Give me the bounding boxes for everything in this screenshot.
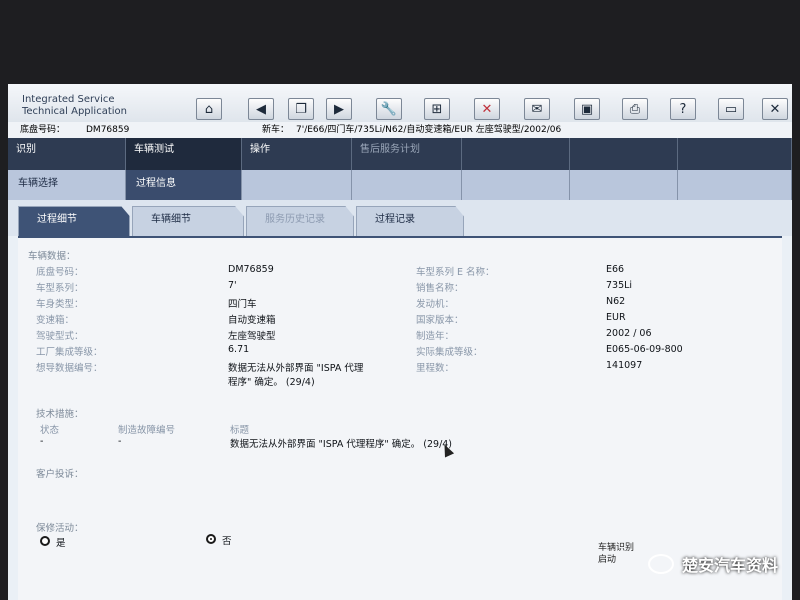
mail-icon[interactable]: ✉ [524,98,550,120]
subnav-empty-2 [352,170,462,200]
vehicle-info-bar: 底盘号码： DM76859 新车： 7'/E66/四门车/735Li/N62/自… [8,122,792,139]
field-label: 车型系列 E 名称： [416,267,495,278]
vehicle-data-title: 车辆数据： [28,251,76,262]
radio-yes[interactable] [40,536,50,546]
chassis-value: DM76859 [86,125,130,135]
field-value: N62 [606,296,626,307]
field-value: 735Li [606,280,633,291]
new-car-value: 7'/E66/四门车/735Li/N62/自动变速箱/EUR 左座驾驶型/200… [296,125,562,135]
chassis-label: 底盘号码： [20,125,66,135]
column-header-fault-number: 制造故障编号 [118,425,176,436]
nav-operation[interactable]: 操作 [242,138,352,170]
disconnect-icon[interactable]: ✕ [474,98,500,120]
field-value: 程序" 确定。 (29/4) [228,377,315,388]
wechat-icon [647,554,674,574]
nav-empty-1 [462,138,570,170]
status-cell: - [40,436,44,447]
new-car-label: 新车： [262,125,290,135]
help-icon[interactable]: ? [670,98,696,120]
tab-vehicle-details[interactable]: 车辆细节 [132,206,244,236]
tab-service-history[interactable]: 服务历史记录 [246,206,354,236]
title-bar: Integrated Service Technical Application… [8,84,792,123]
wrench-icon[interactable]: 🔧 [376,98,402,120]
field-label: 里程数： [416,363,455,374]
field-label: 国家版本： [416,315,464,326]
subnav-empty-1 [242,170,352,200]
field-label: 底盘号码： [36,267,84,278]
radio-yes-label: 是 [56,538,66,549]
field-value: DM76859 [228,264,274,275]
field-label: 工厂集成等级： [36,347,103,358]
tab-process-details[interactable]: 过程细节 [18,206,130,236]
field-value: 自动变速箱 [228,315,276,326]
subnav-empty-4 [570,170,678,200]
process-details-panel: 车辆数据： 底盘号码： 车型系列： 车身类型： 变速箱： 驾驶型式： 工厂集成等… [18,236,782,600]
nav-vehicle-selection[interactable]: 车辆选择 [8,170,126,200]
nav-process-info[interactable]: 过程信息 [126,170,242,200]
technical-measures-message: 数据无法从外部界面 "ISPA 代理程序" 确定。 (29/4) [230,439,453,450]
subnav-empty-5 [678,170,792,200]
field-label: 发动机： [416,299,455,310]
device-icon[interactable]: ▣ [574,98,600,120]
field-label: 车身类型： [36,299,84,310]
technical-measures-title: 技术措施： [36,409,84,420]
nav-empty-2 [570,138,678,170]
field-value: 四门车 [228,299,257,310]
subnav-empty-3 [462,170,570,200]
sub-navigation: 车辆选择 过程信息 [8,170,792,201]
field-label: 想导数据编号： [36,363,103,374]
nav-service-plan[interactable]: 售后服务计划 [352,138,462,170]
field-label: 制造年： [416,331,455,342]
field-value: 左座驾驶型 [228,331,276,342]
field-value: 数据无法从外部界面 "ISPA 代理 [228,363,364,374]
field-label: 销售名称： [416,283,464,294]
customer-complaint-title: 客户投诉： [36,469,84,480]
field-value: 7' [228,280,237,291]
nav-identify[interactable]: 识别 [8,138,126,170]
nav-vehicle-test[interactable]: 车辆测试 [126,138,242,170]
tab-strip: 过程细节 车辆细节 服务历史记录 过程记录 [8,200,792,236]
field-value: 141097 [606,360,643,371]
field-value: EUR [606,312,626,323]
field-label: 变速箱： [36,315,75,326]
copy-icon[interactable]: ❐ [288,98,314,120]
service-campaign-title: 保修活动： [36,523,84,534]
field-label: 车型系列： [36,283,84,294]
print-icon[interactable]: ⎙ [622,98,648,120]
ista-screen: Integrated Service Technical Application… [8,84,792,600]
window-icon[interactable]: ▭ [718,98,744,120]
main-navigation: 识别 车辆测试 操作 售后服务计划 [8,138,792,170]
close-icon[interactable]: ✕ [762,98,788,120]
column-header-status: 状态 [40,425,60,436]
field-value: E66 [606,264,625,275]
field-label: 实际集成等级： [416,347,483,358]
radio-no[interactable] [206,534,216,544]
field-value: E065-06-09-800 [606,344,683,355]
nav-empty-3 [678,138,792,170]
radio-no-label: 否 [222,536,232,547]
network-icon[interactable]: ⊞ [424,98,450,120]
home-icon[interactable]: ⌂ [196,98,222,120]
fault-number-cell: - [118,436,122,447]
tab-process-records[interactable]: 过程记录 [356,206,464,236]
column-header-title: 标题 [230,425,250,436]
field-label: 驾驶型式： [36,331,84,342]
forward-icon[interactable]: ▶ [326,98,352,120]
field-value: 6.71 [228,344,250,355]
field-value: 2002 / 06 [606,328,652,339]
app-title: Integrated Service Technical Application [22,94,127,117]
watermark: 楚安汽车资料 [647,552,778,576]
back-icon[interactable]: ◀ [248,98,274,120]
